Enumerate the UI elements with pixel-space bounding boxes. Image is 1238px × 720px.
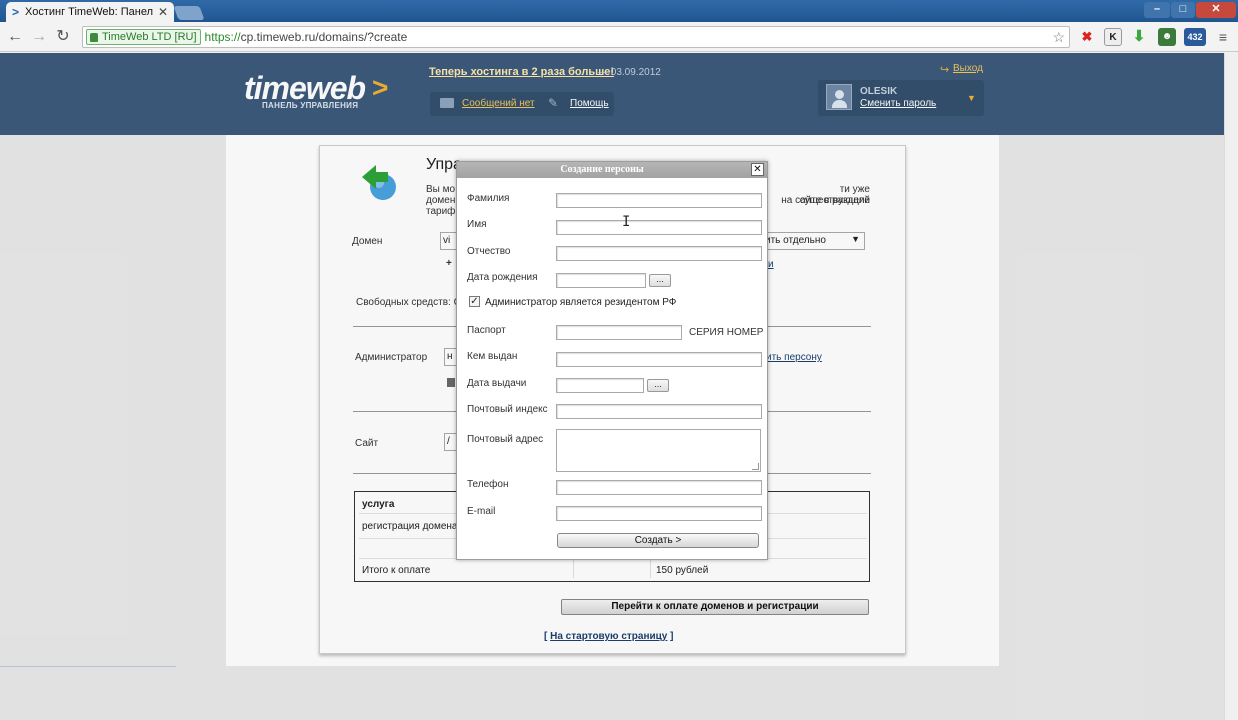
email-input[interactable] bbox=[556, 506, 762, 521]
tab-title: Хостинг TimeWeb: Панел bbox=[25, 6, 154, 18]
bookmark-star-icon[interactable]: ☆ bbox=[1052, 29, 1065, 46]
issue-date-calendar-button[interactable]: ... bbox=[647, 379, 669, 392]
url-scheme: https:// bbox=[204, 30, 241, 44]
create-person-dialog: Создание персоны ✕ Фамилия Имя Отчество … bbox=[456, 161, 768, 560]
lock-icon bbox=[90, 32, 98, 42]
patronymic-input[interactable] bbox=[556, 246, 762, 261]
postal-address-textarea[interactable] bbox=[556, 429, 761, 472]
timeweb-favicon-icon: > bbox=[12, 5, 20, 19]
create-button[interactable]: Создать > bbox=[557, 533, 759, 548]
counter-icon[interactable]: 432 bbox=[1184, 28, 1206, 46]
birth-date-calendar-button[interactable]: ... bbox=[649, 274, 671, 287]
minimize-button[interactable]: – bbox=[1144, 2, 1170, 18]
k-icon[interactable]: K bbox=[1104, 28, 1122, 46]
stop-icon[interactable]: ✖ bbox=[1078, 28, 1096, 46]
passport-input[interactable] bbox=[556, 325, 682, 340]
last-name-label: Фамилия bbox=[467, 193, 510, 204]
postal-code-input[interactable] bbox=[556, 404, 762, 419]
page-scrollbar[interactable] bbox=[1224, 53, 1238, 720]
patronymic-label: Отчество bbox=[467, 246, 511, 257]
postal-code-label: Почтовый индекс bbox=[467, 404, 548, 415]
reload-icon[interactable]: ↻ bbox=[54, 27, 72, 47]
dialog-titlebar[interactable]: Создание персоны ✕ bbox=[457, 162, 767, 178]
ev-certificate-badge[interactable]: TimeWeb LTD [RU] bbox=[86, 29, 201, 45]
first-name-label: Имя bbox=[467, 219, 487, 230]
resident-checkbox[interactable]: ✓ bbox=[469, 296, 480, 307]
email-label: E-mail bbox=[467, 506, 496, 517]
browser-tab[interactable]: > Хостинг TimeWeb: Панел ✕ bbox=[6, 2, 174, 22]
close-icon[interactable]: ✕ bbox=[751, 163, 764, 176]
first-name-input[interactable] bbox=[556, 220, 762, 235]
text-cursor-icon: I bbox=[622, 214, 631, 230]
resident-label: Администратор является резидентом РФ bbox=[485, 297, 677, 308]
url-path: cp.timeweb.ru/domains/?create bbox=[240, 30, 408, 44]
issued-by-input[interactable] bbox=[556, 352, 762, 367]
postal-address-label: Почтовый адрес bbox=[467, 434, 544, 445]
issue-date-input[interactable] bbox=[556, 378, 644, 393]
back-arrow-icon[interactable]: ← bbox=[6, 27, 24, 47]
download-icon[interactable]: ⬇ bbox=[1130, 28, 1148, 46]
close-window-button[interactable]: ✕ bbox=[1196, 2, 1236, 18]
birth-date-input[interactable] bbox=[556, 273, 646, 288]
passport-hint: СЕРИЯ НОМЕР bbox=[689, 327, 764, 338]
new-tab-button[interactable] bbox=[173, 6, 205, 20]
robot-icon[interactable]: ☻ bbox=[1158, 28, 1176, 46]
ev-badge-text: TimeWeb LTD [RU] bbox=[102, 31, 197, 43]
dialog-title: Создание персоны bbox=[560, 164, 644, 175]
issued-by-label: Кем выдан bbox=[467, 351, 518, 362]
forward-arrow-icon[interactable]: → bbox=[30, 27, 48, 47]
menu-icon[interactable]: ≡ bbox=[1214, 28, 1232, 46]
phone-label: Телефон bbox=[467, 479, 509, 490]
tab-close-icon[interactable]: ✕ bbox=[158, 5, 168, 19]
passport-label: Паспорт bbox=[467, 325, 506, 336]
birth-date-label: Дата рождения bbox=[467, 272, 538, 283]
address-bar[interactable]: TimeWeb LTD [RU] https://cp.timeweb.ru/d… bbox=[82, 26, 1070, 48]
phone-input[interactable] bbox=[556, 480, 762, 495]
maximize-button[interactable]: □ bbox=[1171, 2, 1195, 18]
last-name-input[interactable] bbox=[556, 193, 762, 208]
issue-date-label: Дата выдачи bbox=[467, 378, 527, 389]
url-text[interactable]: https://cp.timeweb.ru/domains/?create bbox=[205, 30, 408, 44]
